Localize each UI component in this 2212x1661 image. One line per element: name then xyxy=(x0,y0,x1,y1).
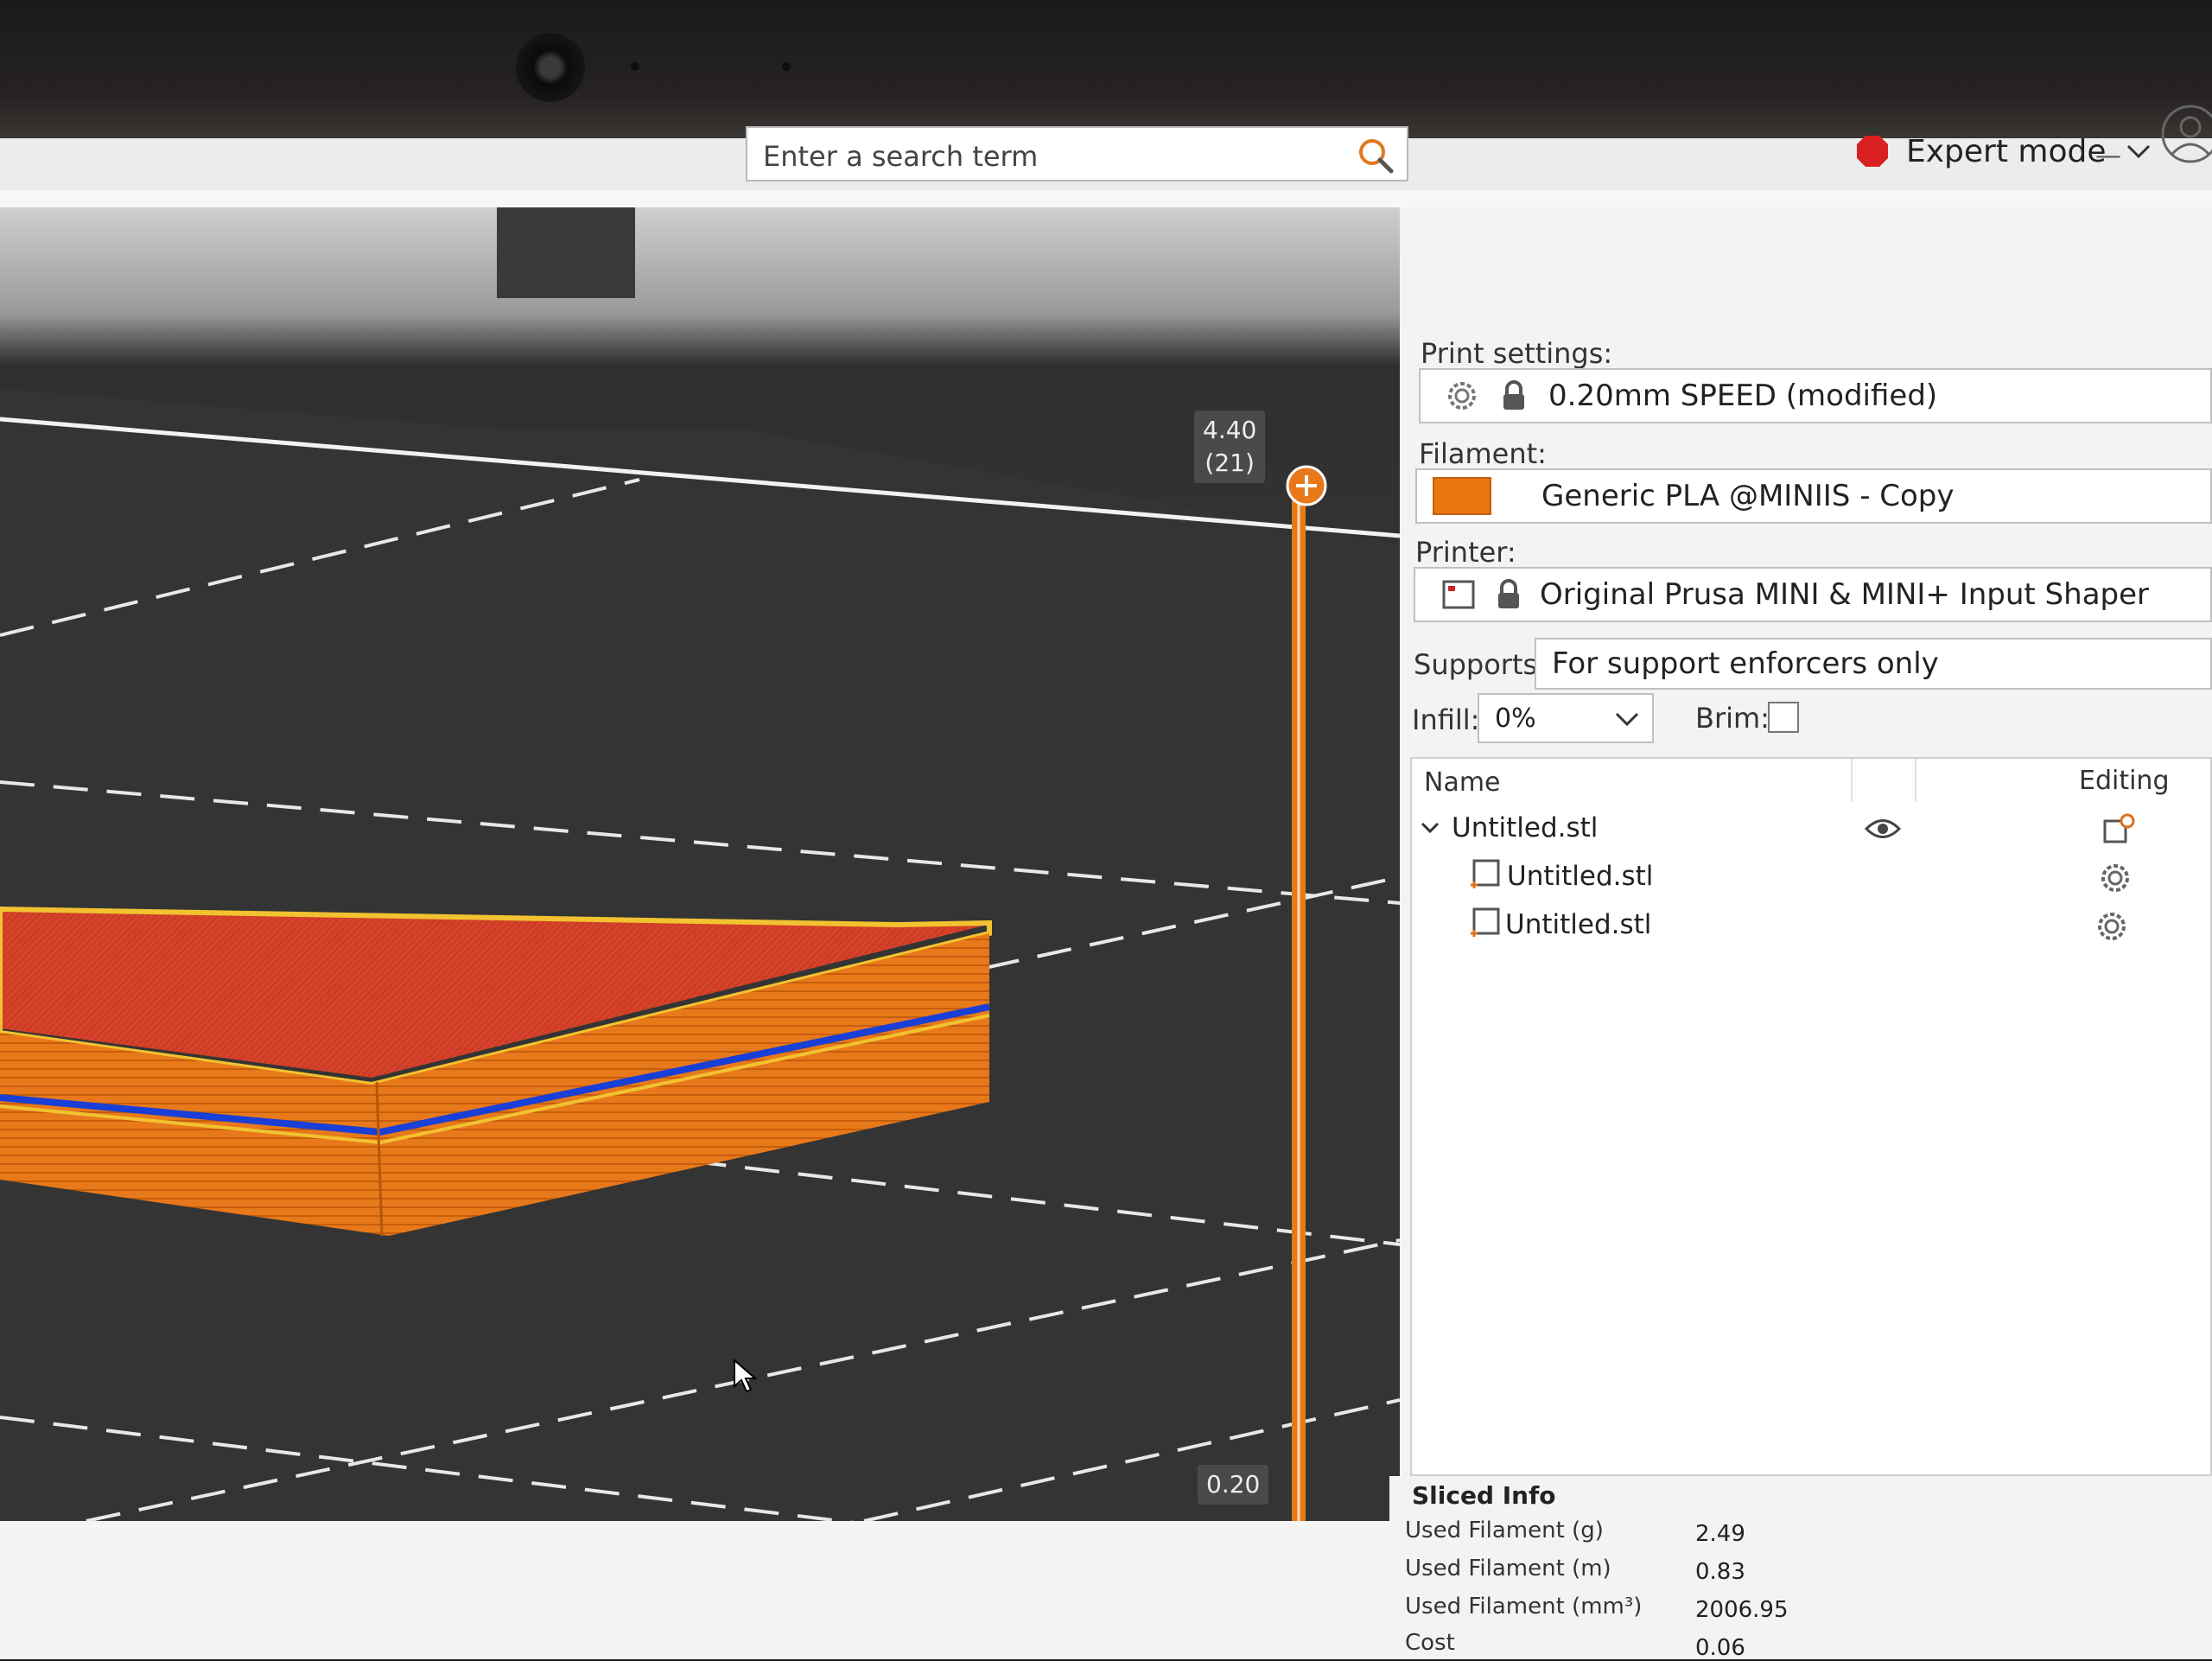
printer-combo[interactable]: Original Prusa MINI & MINI+ Input Shaper xyxy=(1414,567,2212,622)
chevron-down-icon[interactable] xyxy=(1421,821,1440,835)
sliced-info-value: 0.06 xyxy=(1695,1635,1745,1661)
printer-icon xyxy=(1442,580,1475,609)
chevron-down-icon xyxy=(2126,144,2150,159)
sliced-info-key: Cost xyxy=(1405,1630,1455,1656)
3d-preview-viewport[interactable]: 4.40 (21) 0.20 xyxy=(0,207,1400,1521)
column-header-editing: Editing xyxy=(2079,766,2170,796)
mode-selector[interactable]: Expert mode xyxy=(1856,121,2152,181)
filament-value: Generic PLA @MINIIS - Copy xyxy=(1541,479,1955,513)
part-name[interactable]: Untitled.stl xyxy=(1505,909,1651,940)
sliced-info-key: Used Filament (mm³) xyxy=(1405,1594,1643,1620)
supports-label: Supports: xyxy=(1414,648,1547,681)
brim-label: Brim: xyxy=(1695,702,1770,735)
sliced-info-key: Used Filament (g) xyxy=(1405,1518,1604,1543)
gear-icon xyxy=(1448,382,1476,410)
print-settings-value: 0.20mm SPEED (modified) xyxy=(1548,379,1938,413)
object-name[interactable]: Untitled.stl xyxy=(1452,812,1598,843)
add-settings-icon[interactable] xyxy=(2101,812,2136,847)
column-header-name: Name xyxy=(1424,767,1501,798)
supports-value: For support enforcers only xyxy=(1552,646,1939,681)
sliced-info-title: Sliced Info xyxy=(1412,1481,1556,1510)
sliced-info-key: Used Filament (m) xyxy=(1405,1556,1611,1581)
gear-icon[interactable] xyxy=(2094,909,2129,944)
search-icon[interactable] xyxy=(1357,137,1395,175)
monitor-bezel xyxy=(0,0,2212,138)
layer-top-index: (21) xyxy=(1205,449,1255,477)
column-divider xyxy=(1915,759,1916,802)
lock-icon xyxy=(1498,579,1519,608)
user-account-icon[interactable] xyxy=(2160,104,2212,164)
infill-value: 0% xyxy=(1495,703,1536,734)
print-settings-combo[interactable]: 0.20mm SPEED (modified) xyxy=(1419,368,2212,423)
lock-icon xyxy=(1503,380,1524,410)
eye-icon[interactable] xyxy=(1865,816,1901,842)
chevron-down-icon xyxy=(1615,712,1639,727)
gear-icon[interactable] xyxy=(2098,861,2133,895)
sliced-info-value: 2.49 xyxy=(1695,1521,1745,1547)
filament-label: Filament: xyxy=(1419,437,1547,470)
layer-bottom-height: 0.20 xyxy=(1206,1470,1261,1499)
camera-sensor xyxy=(782,62,791,71)
filament-color-swatch[interactable] xyxy=(1433,477,1491,515)
layer-slider-handle[interactable] xyxy=(1286,465,1327,506)
expert-mode-icon xyxy=(1857,136,1888,167)
mouse-cursor-icon xyxy=(734,1359,758,1393)
webcam xyxy=(516,33,585,102)
search-input[interactable]: Enter a search term xyxy=(746,126,1408,181)
print-settings-label: Print settings: xyxy=(1421,337,1613,370)
printer-value: Original Prusa MINI & MINI+ Input Shaper xyxy=(1540,577,2150,612)
infill-label: Infill: xyxy=(1412,703,1480,736)
column-divider xyxy=(1851,759,1853,802)
object-list: Name Editing Untitled.stl Untitled.stl U… xyxy=(1410,757,2212,1476)
supports-combo[interactable]: For support enforcers only xyxy=(1535,638,2212,690)
filament-combo[interactable]: Generic PLA @MINIIS - Copy xyxy=(1415,468,2212,524)
sliced-info-value: 2006.95 xyxy=(1695,1597,1789,1623)
layer-bottom-label: 0.20 xyxy=(1198,1465,1269,1505)
layer-top-label: 4.40 (21) xyxy=(1194,410,1266,483)
brim-checkbox[interactable] xyxy=(1768,702,1799,733)
layer-top-height: 4.40 xyxy=(1203,416,1257,444)
infill-combo[interactable]: 0% xyxy=(1478,693,1654,743)
mode-label: Expert mode xyxy=(1906,133,2107,169)
search-placeholder: Enter a search term xyxy=(763,140,1039,173)
printer-label: Printer: xyxy=(1415,536,1516,569)
camera-sensor xyxy=(631,62,639,71)
sliced-info-panel: Sliced Info Used Filament (g) 2.49 Used … xyxy=(1389,1476,2212,1661)
part-icon xyxy=(1471,907,1500,937)
part-name[interactable]: Untitled.stl xyxy=(1507,861,1653,892)
sliced-info-value: 0.83 xyxy=(1695,1559,1745,1585)
part-icon xyxy=(1471,859,1500,888)
